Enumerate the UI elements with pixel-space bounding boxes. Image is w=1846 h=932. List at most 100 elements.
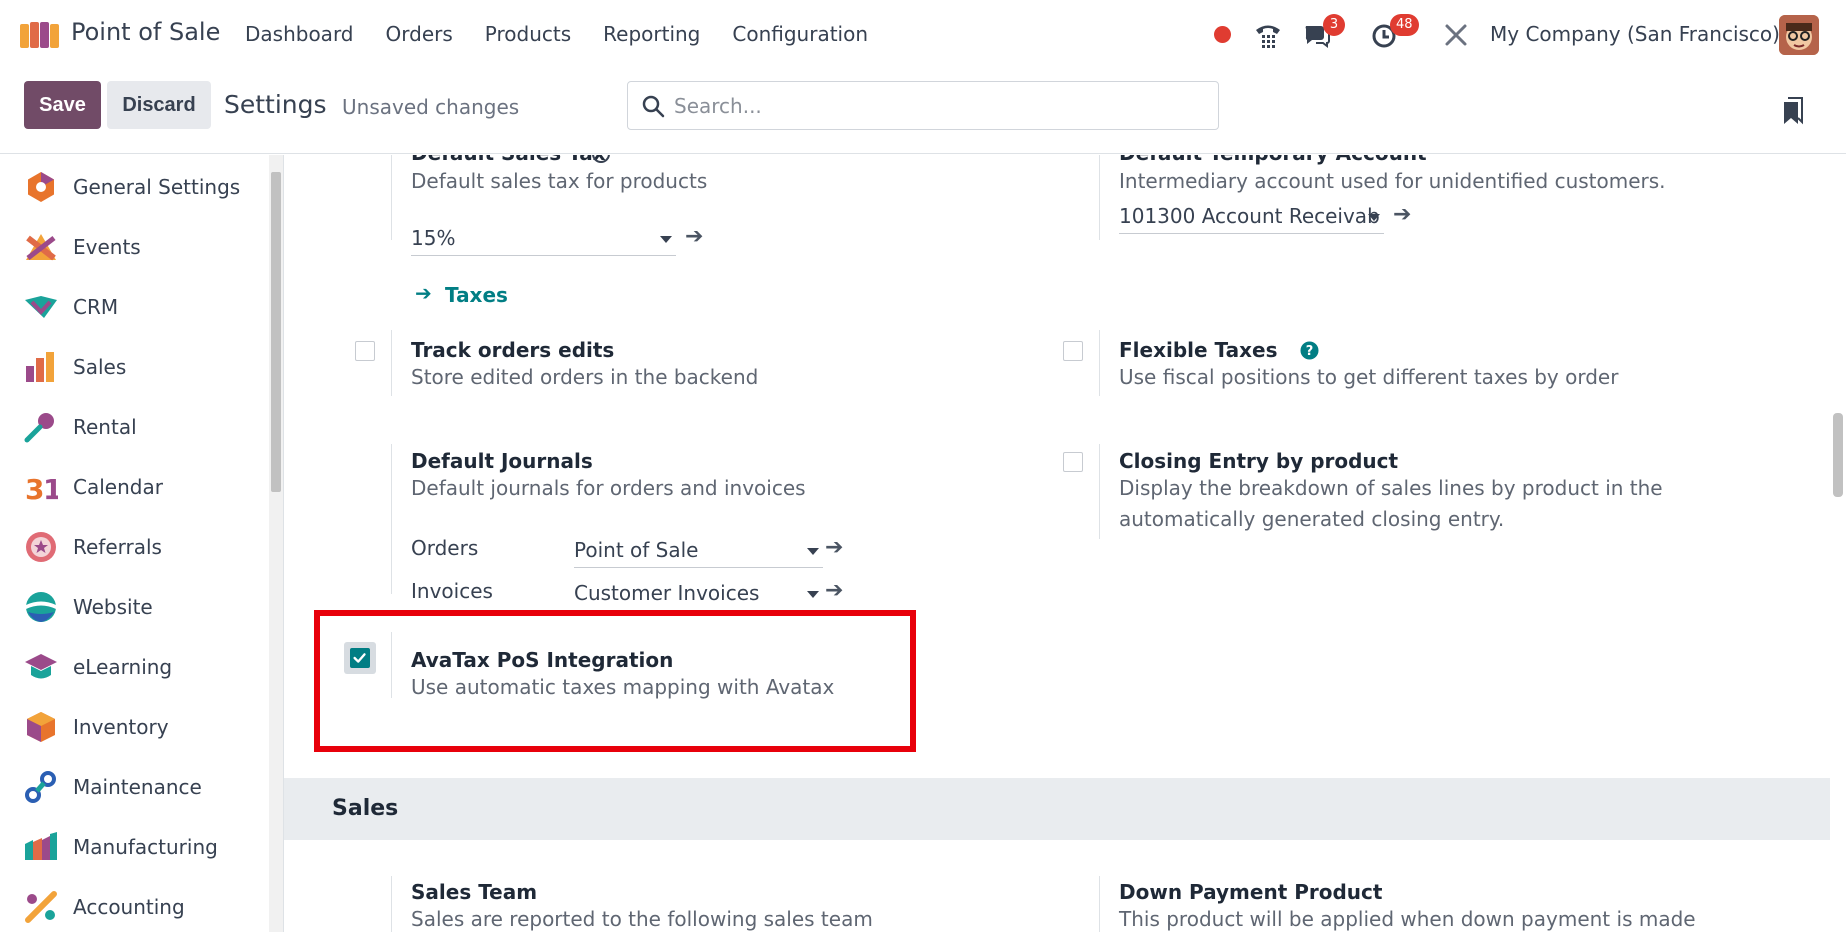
- select-value: Point of Sale: [574, 538, 699, 562]
- menu-reporting[interactable]: Reporting: [603, 22, 700, 46]
- sidebar-label: Calendar: [73, 475, 163, 499]
- divider: [1099, 444, 1100, 539]
- sidebar-item-referrals[interactable]: Referrals: [24, 527, 162, 567]
- setting-title: Default Journals: [411, 449, 593, 473]
- arrow-right-icon[interactable]: ➔: [685, 224, 703, 249]
- bookmark-icon[interactable]: [1782, 96, 1804, 126]
- setting-description: Sales are reported to the following sale…: [411, 907, 873, 931]
- discard-button[interactable]: Discard: [107, 81, 211, 129]
- search-box[interactable]: [627, 81, 1219, 130]
- sidebar-item-calendar[interactable]: 3 1 Calendar: [24, 467, 163, 507]
- track-orders-checkbox[interactable]: [355, 341, 375, 361]
- section-header: Sales: [284, 778, 1830, 840]
- sidebar-label: Manufacturing: [73, 835, 218, 859]
- pos-app-icon[interactable]: [20, 20, 60, 50]
- setting-description: Default sales tax for products: [411, 169, 708, 193]
- setting-description: Display the breakdown of sales lines by …: [1119, 476, 1663, 500]
- menu-orders[interactable]: Orders: [386, 22, 453, 46]
- save-button[interactable]: Save: [24, 81, 101, 129]
- section-title: Sales: [332, 796, 399, 821]
- svg-text:3: 3: [25, 473, 44, 504]
- content-scroll-thumb[interactable]: [1833, 413, 1843, 497]
- settings-content: Default Sales Tax Default sales tax for …: [284, 155, 1830, 932]
- content-scrollbar[interactable]: [1830, 155, 1846, 932]
- invoices-journal-select[interactable]: Customer Invoices: [574, 577, 823, 611]
- select-value: Customer Invoices: [574, 581, 760, 605]
- setting-description: Store edited orders in the backend: [411, 365, 759, 389]
- arrow-right-icon[interactable]: ➔: [825, 578, 843, 603]
- setting-title: Track orders edits: [411, 338, 615, 362]
- select-value: 15%: [411, 226, 456, 250]
- phone-icon[interactable]: [1253, 20, 1283, 50]
- sidebar-scroll-thumb[interactable]: [271, 172, 281, 492]
- menu-products[interactable]: Products: [485, 22, 571, 46]
- main-menu: Dashboard Orders Products Reporting Conf…: [245, 22, 900, 46]
- sidebar-item-accounting[interactable]: Accounting: [24, 887, 185, 927]
- search-icon: [642, 95, 665, 118]
- caret-down-icon: [1368, 214, 1380, 221]
- sidebar-label: Accounting: [73, 895, 185, 919]
- divider: [391, 876, 392, 932]
- sidebar-item-general-settings[interactable]: General Settings: [24, 167, 240, 207]
- divider: [391, 444, 392, 594]
- highlight-box: [314, 610, 916, 752]
- user-avatar[interactable]: [1779, 15, 1819, 55]
- setting-title: Closing Entry by product: [1119, 449, 1399, 473]
- divider: [1099, 155, 1100, 240]
- taxes-link[interactable]: Taxes: [445, 283, 508, 307]
- divider: [1099, 330, 1100, 396]
- settings-sidebar: General Settings Events CRM Sales Rental: [0, 155, 283, 932]
- menu-configuration[interactable]: Configuration: [732, 22, 868, 46]
- sidebar-item-website[interactable]: Website: [24, 587, 153, 627]
- sidebar-label: General Settings: [73, 175, 241, 199]
- app-title[interactable]: Point of Sale: [71, 18, 220, 46]
- tools-icon[interactable]: [1441, 20, 1471, 50]
- menu-dashboard[interactable]: Dashboard: [245, 22, 354, 46]
- closing-entry-checkbox[interactable]: [1063, 452, 1083, 472]
- setting-description: Intermediary account used for unidentifi…: [1119, 169, 1666, 193]
- sidebar-label: Referrals: [73, 535, 162, 559]
- orders-journal-label: Orders: [411, 536, 479, 560]
- arrow-right-icon[interactable]: ➔: [825, 535, 843, 560]
- orders-journal-select[interactable]: Point of Sale: [574, 534, 823, 568]
- website-icon: [26, 592, 56, 622]
- flexible-taxes-checkbox[interactable]: [1063, 341, 1083, 361]
- sidebar-label: CRM: [73, 295, 119, 319]
- activity-badge: 48: [1390, 14, 1419, 36]
- sidebar-item-rental[interactable]: Rental: [24, 407, 137, 447]
- invoices-journal-label: Invoices: [411, 579, 493, 603]
- arrow-right-icon[interactable]: ➔: [1393, 202, 1411, 227]
- sidebar-item-manufacturing[interactable]: Manufacturing: [24, 827, 218, 867]
- sidebar-label: eLearning: [73, 655, 173, 679]
- sidebar-label: Website: [73, 595, 153, 619]
- events-icon: [26, 234, 56, 261]
- top-navbar: Point of Sale Dashboard Orders Products …: [0, 0, 1846, 68]
- sidebar-item-inventory[interactable]: Inventory: [24, 707, 169, 747]
- help-icon[interactable]: ?: [1300, 341, 1319, 360]
- chat-badge: 3: [1323, 14, 1345, 36]
- setting-description: Use fiscal positions to get different ta…: [1119, 365, 1619, 389]
- sidebar-item-elearning[interactable]: eLearning: [24, 647, 172, 687]
- svg-text:?: ?: [1306, 344, 1314, 359]
- elearning-icon: [25, 654, 57, 679]
- recording-icon[interactable]: [1214, 26, 1231, 43]
- temp-account-select[interactable]: 101300 Account Receivab: [1119, 200, 1384, 234]
- search-input[interactable]: [674, 90, 1204, 122]
- setting-title: Sales Team: [411, 880, 538, 904]
- sidebar-item-maintenance[interactable]: Maintenance: [24, 767, 202, 807]
- setting-description: This product will be applied when down p…: [1119, 907, 1696, 931]
- help-icon[interactable]: [592, 155, 610, 163]
- manufacturing-icon: [25, 832, 57, 860]
- setting-description: automatically generated closing entry.: [1119, 507, 1505, 531]
- sales-tax-select[interactable]: 15%: [411, 222, 676, 256]
- sidebar-item-sales[interactable]: Sales: [24, 347, 126, 387]
- caret-down-icon: [807, 591, 819, 598]
- sidebar-item-crm[interactable]: CRM: [24, 287, 118, 327]
- company-switcher[interactable]: My Company (San Francisco): [1490, 22, 1780, 46]
- sidebar-item-events[interactable]: Events: [24, 227, 141, 267]
- setting-title: Default Sales Tax: [411, 155, 606, 165]
- crm-icon: [25, 296, 57, 318]
- calendar-icon: 3 1: [25, 473, 58, 504]
- divider: [1099, 876, 1100, 932]
- svg-text:1: 1: [43, 473, 58, 504]
